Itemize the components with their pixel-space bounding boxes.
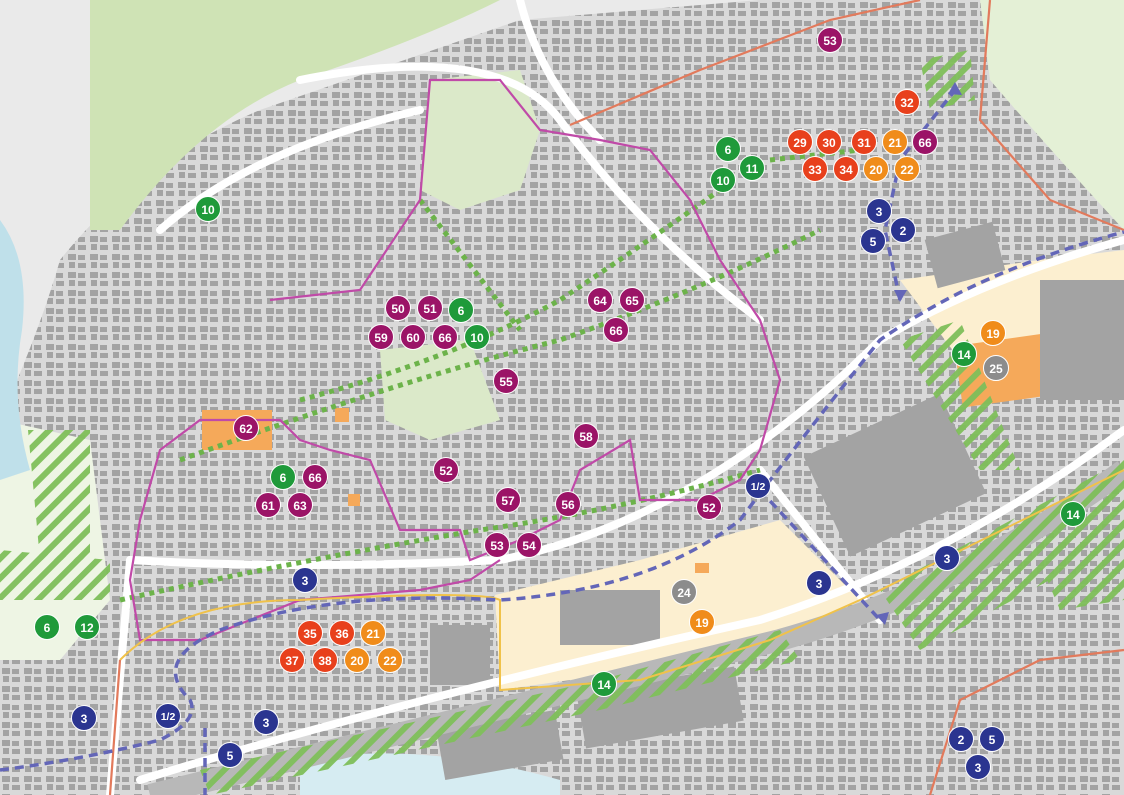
poi-marker-gray[interactable]: 24 [671, 579, 697, 605]
poi-marker-red[interactable]: 33 [802, 156, 828, 182]
poi-marker-red[interactable]: 34 [833, 156, 859, 182]
poi-marker-red[interactable]: 31 [851, 129, 877, 155]
poi-marker-purple[interactable]: 65 [619, 287, 645, 313]
poi-marker-purple[interactable]: 64 [587, 287, 613, 313]
poi-marker-navy[interactable]: 3 [292, 567, 318, 593]
poi-marker-green[interactable]: 10 [710, 167, 736, 193]
poi-marker-navy[interactable]: 3 [253, 709, 279, 735]
poi-marker-red[interactable]: 35 [297, 620, 323, 646]
poi-marker-gray[interactable]: 25 [983, 355, 1009, 381]
poi-marker-purple[interactable]: 50 [385, 295, 411, 321]
poi-marker-navy[interactable]: 1/2 [155, 703, 181, 729]
poi-marker-green[interactable]: 10 [195, 196, 221, 222]
poi-marker-purple[interactable]: 62 [233, 415, 259, 441]
poi-marker-orange[interactable]: 20 [344, 647, 370, 673]
poi-marker-green[interactable]: 6 [448, 297, 474, 323]
poi-marker-orange[interactable]: 21 [882, 129, 908, 155]
poi-marker-navy[interactable]: 3 [934, 545, 960, 571]
poi-marker-purple[interactable]: 66 [912, 129, 938, 155]
poi-marker-red[interactable]: 38 [312, 647, 338, 673]
poi-marker-orange[interactable]: 21 [360, 620, 386, 646]
poi-marker-navy[interactable]: 5 [217, 742, 243, 768]
poi-marker-purple[interactable]: 56 [555, 491, 581, 517]
poi-marker-green[interactable]: 14 [591, 671, 617, 697]
poi-marker-green[interactable]: 6 [34, 614, 60, 640]
poi-marker-purple[interactable]: 59 [368, 324, 394, 350]
orange-small-1 [335, 408, 349, 422]
poi-marker-purple[interactable]: 57 [495, 487, 521, 513]
poi-marker-purple[interactable]: 61 [255, 492, 281, 518]
poi-marker-navy[interactable]: 3 [806, 570, 832, 596]
poi-marker-purple[interactable]: 66 [603, 317, 629, 343]
poi-marker-orange[interactable]: 20 [863, 156, 889, 182]
poi-marker-orange[interactable]: 19 [689, 609, 715, 635]
poi-marker-red[interactable]: 29 [787, 129, 813, 155]
poi-marker-purple[interactable]: 66 [432, 324, 458, 350]
poi-marker-purple[interactable]: 53 [817, 27, 843, 53]
poi-marker-purple[interactable]: 66 [302, 464, 328, 490]
poi-marker-purple[interactable]: 60 [400, 324, 426, 350]
poi-marker-purple[interactable]: 52 [433, 457, 459, 483]
poi-marker-orange[interactable]: 22 [377, 647, 403, 673]
poi-marker-navy[interactable]: 3 [965, 754, 991, 780]
poi-marker-purple[interactable]: 53 [484, 532, 510, 558]
poi-marker-purple[interactable]: 54 [516, 532, 542, 558]
map-canvas[interactable]: 53 32 29 30 31 21 66 33 34 20 22 6 10 11 3 5 2 10 50 51 6 59 6… [0, 0, 1124, 795]
poi-marker-navy[interactable]: 2 [890, 217, 916, 243]
poi-marker-purple[interactable]: 52 [696, 494, 722, 520]
orange-small-2 [348, 494, 360, 506]
poi-marker-purple[interactable]: 58 [573, 423, 599, 449]
poi-marker-purple[interactable]: 63 [287, 492, 313, 518]
poi-marker-navy[interactable]: 1/2 [745, 473, 771, 499]
poi-marker-green[interactable]: 12 [74, 614, 100, 640]
poi-marker-navy[interactable]: 2 [948, 726, 974, 752]
poi-marker-purple[interactable]: 51 [417, 295, 443, 321]
poi-marker-navy[interactable]: 5 [979, 726, 1005, 752]
orange-small-3 [695, 563, 709, 573]
poi-marker-red[interactable]: 32 [894, 89, 920, 115]
poi-marker-red[interactable]: 30 [816, 129, 842, 155]
poi-marker-red[interactable]: 37 [279, 647, 305, 673]
map-base-layer [0, 0, 1124, 795]
poi-marker-orange[interactable]: 22 [894, 156, 920, 182]
poi-marker-purple[interactable]: 55 [493, 368, 519, 394]
poi-marker-red[interactable]: 36 [329, 620, 355, 646]
poi-marker-green[interactable]: 14 [1060, 501, 1086, 527]
poi-marker-green[interactable]: 6 [715, 136, 741, 162]
poi-marker-navy[interactable]: 5 [860, 228, 886, 254]
poi-marker-green[interactable]: 6 [270, 464, 296, 490]
poi-marker-green[interactable]: 10 [464, 324, 490, 350]
poi-marker-orange[interactable]: 19 [980, 320, 1006, 346]
poi-marker-green[interactable]: 11 [739, 155, 765, 181]
poi-marker-navy[interactable]: 3 [71, 705, 97, 731]
poi-marker-navy[interactable]: 3 [866, 198, 892, 224]
poi-marker-green[interactable]: 14 [951, 341, 977, 367]
